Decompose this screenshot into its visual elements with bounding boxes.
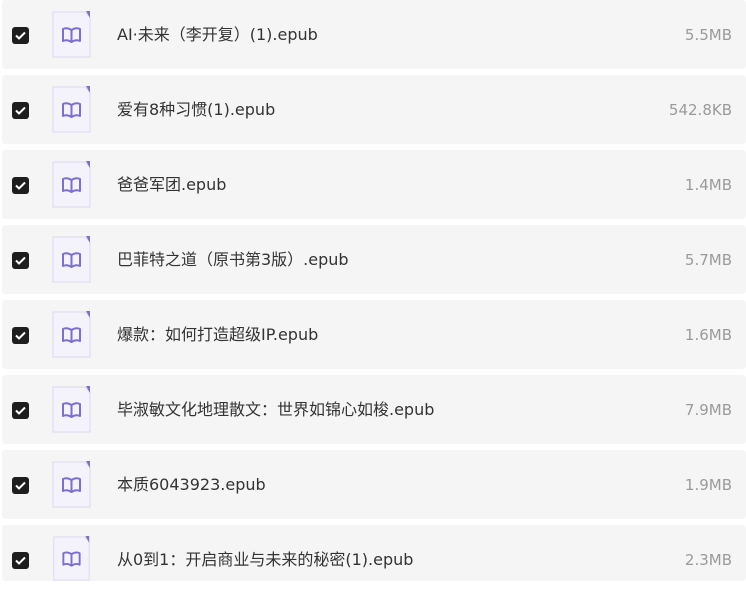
- file-row[interactable]: 爸爸军团.epub 1.4MB: [2, 150, 746, 219]
- file-name[interactable]: 爆款：如何打造超级IP.epub: [117, 324, 318, 346]
- file-row[interactable]: 从0到1：开启商业与未来的秘密(1).epub 2.3MB: [2, 525, 746, 581]
- file-size: 1.9MB: [684, 476, 732, 494]
- file-size: 5.5MB: [684, 26, 732, 44]
- file-size: 1.6MB: [684, 326, 732, 344]
- checkbox-checked[interactable]: [12, 477, 29, 494]
- file-name[interactable]: 巴菲特之道（原书第3版）.epub: [117, 249, 349, 271]
- checkmark-icon: [15, 256, 26, 265]
- file-name[interactable]: 本质6043923.epub: [117, 474, 266, 496]
- checkmark-icon: [15, 181, 26, 190]
- file-row[interactable]: 毕淑敏文化地理散文：世界如锦心如梭.epub 7.9MB: [2, 375, 746, 444]
- file-row[interactable]: AI·未来（李开复）(1).epub 5.5MB: [2, 0, 746, 69]
- checkmark-icon: [15, 481, 26, 490]
- book-icon: [52, 311, 91, 358]
- checkbox-checked[interactable]: [12, 27, 29, 44]
- checkbox-checked[interactable]: [12, 177, 29, 194]
- file-size: 2.3MB: [684, 551, 732, 569]
- file-row[interactable]: 巴菲特之道（原书第3版）.epub 5.7MB: [2, 225, 746, 294]
- file-row[interactable]: 爱有8种习惯(1).epub 542.8KB: [2, 75, 746, 144]
- book-icon: [52, 386, 91, 433]
- book-icon: [52, 161, 91, 208]
- file-size: 5.7MB: [684, 251, 732, 269]
- file-row[interactable]: 爆款：如何打造超级IP.epub 1.6MB: [2, 300, 746, 369]
- checkbox-checked[interactable]: [12, 327, 29, 344]
- checkmark-icon: [15, 556, 26, 565]
- file-name[interactable]: 毕淑敏文化地理散文：世界如锦心如梭.epub: [117, 399, 434, 421]
- checkmark-icon: [15, 106, 26, 115]
- checkbox-checked[interactable]: [12, 552, 29, 569]
- file-name[interactable]: 爸爸军团.epub: [117, 174, 226, 196]
- file-row[interactable]: 本质6043923.epub 1.9MB: [2, 450, 746, 519]
- book-icon: [52, 461, 91, 508]
- checkmark-icon: [15, 406, 26, 415]
- book-icon: [52, 536, 91, 581]
- checkbox-checked[interactable]: [12, 252, 29, 269]
- file-size: 7.9MB: [684, 401, 732, 419]
- book-icon: [52, 236, 91, 283]
- checkmark-icon: [15, 31, 26, 40]
- file-name[interactable]: AI·未来（李开复）(1).epub: [117, 24, 318, 46]
- book-icon: [52, 11, 91, 58]
- checkmark-icon: [15, 331, 26, 340]
- checkbox-checked[interactable]: [12, 402, 29, 419]
- file-size: 1.4MB: [684, 176, 732, 194]
- file-name[interactable]: 从0到1：开启商业与未来的秘密(1).epub: [117, 549, 413, 571]
- file-list: AI·未来（李开复）(1).epub 5.5MB 爱有8种习惯(1).epub …: [0, 0, 746, 589]
- book-icon: [52, 86, 91, 133]
- checkbox-checked[interactable]: [12, 102, 29, 119]
- file-name[interactable]: 爱有8种习惯(1).epub: [117, 99, 275, 121]
- file-size: 542.8KB: [668, 101, 732, 119]
